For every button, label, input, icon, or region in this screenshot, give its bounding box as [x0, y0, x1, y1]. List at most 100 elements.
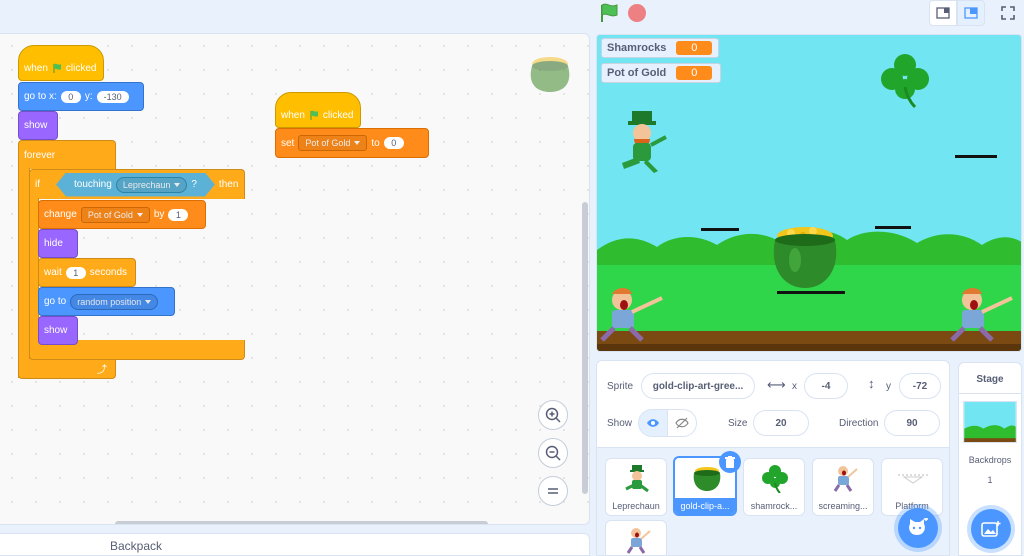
when-flag-clicked-hat-2[interactable]: when clicked	[275, 92, 361, 128]
change-label: change	[44, 209, 77, 220]
horizontal-scrollbar[interactable]	[115, 521, 488, 524]
eye-icon	[647, 419, 659, 427]
change-variable-block[interactable]: change Pot of Gold by 1	[38, 200, 206, 229]
set-variable-block[interactable]: set Pot of Gold to 0	[275, 128, 429, 158]
wait-unit-label: seconds	[89, 267, 128, 278]
backpack-bar[interactable]: Backpack	[0, 533, 590, 556]
screaming-kid-thumbnail	[626, 528, 651, 554]
hide-block[interactable]: hide	[38, 229, 78, 258]
loop-arrow-icon: ⤴	[97, 365, 107, 376]
platform-thumbnail	[898, 474, 928, 484]
show-block-2[interactable]: show	[38, 316, 78, 345]
code-area[interactable]: when clicked go to x: 0 y: -130 show for…	[0, 33, 590, 525]
show-visible-button[interactable]	[638, 409, 668, 437]
when-flag-clicked-hat[interactable]: when clicked	[18, 45, 104, 81]
dropdown-caret-icon	[354, 141, 361, 145]
vertical-scrollbar[interactable]	[582, 202, 588, 494]
backdrop-thumbnail	[963, 401, 1017, 443]
change-variable-dropdown[interactable]: Pot of Gold	[80, 206, 150, 223]
small-stage-icon	[936, 7, 950, 19]
backdrops-count: 1	[987, 475, 993, 485]
goto-label: go to x:	[24, 91, 57, 102]
wait-value-input[interactable]: 1	[65, 266, 86, 279]
backpack-label: Backpack	[110, 539, 163, 553]
screaming-kid-thumbnail	[833, 466, 858, 492]
zoom-in-button[interactable]	[538, 400, 568, 430]
stage-pane-title: Stage	[976, 374, 1004, 385]
touching-block[interactable]: touching Leprechaun ?	[56, 173, 215, 197]
hat2-clicked-text: clicked	[322, 109, 354, 121]
change-var-name: Pot of Gold	[87, 209, 133, 220]
goto-target: random position	[77, 296, 142, 307]
add-sprite-button[interactable]	[898, 508, 938, 548]
then-label: then	[218, 179, 239, 190]
stop-button[interactable]	[628, 4, 646, 22]
stage[interactable]: Shamrocks 0 Pot of Gold 0	[596, 34, 1022, 352]
add-backdrop-button[interactable]	[971, 509, 1011, 549]
monitor-shamrocks-name: Shamrocks	[607, 42, 667, 54]
small-stage-button[interactable]	[929, 0, 957, 26]
normal-stage-button[interactable]	[957, 0, 985, 26]
dropdown-caret-icon	[136, 212, 143, 217]
sprite-tile-screaming[interactable]: screaming...	[812, 458, 874, 516]
forever-label: forever	[24, 149, 56, 161]
sprite-tile-leprechaun[interactable]: Leprechaun	[605, 458, 667, 516]
size-field[interactable]: 20	[753, 410, 809, 436]
touching-target-dropdown[interactable]: Leprechaun	[116, 177, 188, 193]
go-to-random-block[interactable]: go to random position	[38, 287, 175, 316]
direction-label: Direction	[839, 418, 879, 429]
set-variable-dropdown[interactable]: Pot of Gold	[298, 135, 368, 151]
set-to-label: to	[371, 137, 380, 149]
dropdown-caret-icon	[145, 299, 152, 304]
size-label: Size	[728, 418, 748, 429]
sprite-tile-shamrock[interactable]: shamrock...	[743, 458, 805, 516]
set-label: set	[281, 137, 295, 149]
if-label: if	[35, 179, 40, 190]
zoom-out-button[interactable]	[538, 438, 568, 468]
set-value-input[interactable]: 0	[383, 137, 404, 149]
fullscreen-button[interactable]	[994, 0, 1022, 26]
x-field[interactable]: -4	[804, 373, 848, 399]
show-block[interactable]: show	[18, 111, 58, 140]
direction-field[interactable]: 90	[884, 410, 940, 436]
goto-target-dropdown[interactable]: random position	[70, 293, 159, 310]
green-flag-button[interactable]	[598, 3, 620, 23]
backdrops-label: Backdrops	[968, 455, 1012, 465]
goto-y-input[interactable]: -130	[96, 90, 129, 103]
monitor-pot-of-gold-name: Pot of Gold	[607, 67, 667, 79]
sprite-tile-platform[interactable]: Platform	[881, 458, 943, 516]
hat-clicked-text: clicked	[65, 62, 97, 74]
current-sprite-thumbnail	[530, 57, 570, 92]
sprite-tile-6[interactable]	[605, 520, 667, 556]
monitor-shamrocks[interactable]: Shamrocks 0	[601, 38, 719, 58]
equals-icon	[548, 488, 558, 494]
change-value-input[interactable]: 1	[168, 208, 189, 221]
zoom-reset-button[interactable]	[538, 476, 568, 506]
sprite-label: Sprite	[607, 381, 634, 392]
green-flag-icon	[53, 63, 61, 73]
hide-label: hide	[44, 238, 63, 249]
goto-x-input[interactable]: 0	[60, 90, 81, 103]
sprite-name-field[interactable]: gold-clip-art-gree...	[641, 373, 755, 399]
goto-y-label: y:	[84, 91, 93, 102]
set-var-name: Pot of Gold	[305, 138, 351, 148]
go-to-xy-block[interactable]: go to x: 0 y: -130	[18, 82, 144, 111]
zoom-in-icon	[545, 407, 561, 423]
eye-slash-icon	[675, 417, 689, 429]
y-field[interactable]: -72	[899, 373, 941, 399]
show-hidden-button[interactable]	[667, 409, 697, 437]
if-block[interactable]: if touching Leprechaun ? then	[29, 169, 245, 199]
show-label: Show	[607, 418, 633, 429]
wait-block[interactable]: wait 1 seconds	[38, 258, 136, 287]
show-label: show	[24, 120, 48, 131]
y-arrow-icon: ↕	[868, 376, 875, 391]
goto2-label: go to	[44, 296, 67, 307]
forever-block[interactable]: forever	[18, 140, 116, 169]
monitor-pot-of-gold[interactable]: Pot of Gold 0	[601, 63, 721, 83]
normal-stage-icon	[964, 7, 978, 19]
delete-sprite-button[interactable]	[719, 451, 741, 473]
hat-when-text: when	[24, 62, 48, 74]
zoom-out-icon	[545, 445, 561, 461]
stage-pane[interactable]: Stage Backdrops 1	[958, 362, 1022, 556]
monitor-pot-of-gold-value: 0	[676, 66, 713, 80]
